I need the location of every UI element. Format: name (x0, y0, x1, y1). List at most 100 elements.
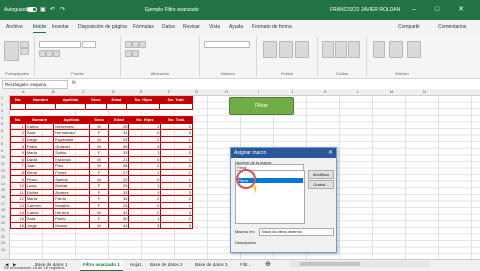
macros-in-select[interactable]: Todos los libros abiertos (259, 228, 334, 236)
share-button[interactable]: Compartir (398, 24, 420, 30)
table-cell[interactable]: 33 (108, 188, 130, 197)
table-cell[interactable]: 2 (10, 129, 26, 137)
table-cell[interactable]: 1 (160, 155, 193, 164)
table-cell[interactable]: F (88, 214, 110, 223)
table-cell[interactable]: 6 (10, 155, 26, 164)
column-header[interactable]: H (225, 89, 228, 94)
table-cell[interactable]: Santos (53, 175, 90, 183)
table-cell[interactable]: 3 (128, 142, 162, 150)
table-cell[interactable]: 2 (128, 195, 162, 203)
table-cell[interactable]: 3 (160, 221, 193, 230)
table-cell[interactable]: 1 (128, 122, 162, 131)
table-cell[interactable]: 1 (160, 135, 193, 144)
table-cell[interactable]: Bolivar (53, 181, 90, 190)
table-cell[interactable]: Elena (24, 168, 55, 177)
fx-icon[interactable]: fx (72, 80, 76, 86)
cut-icon[interactable] (20, 41, 29, 48)
format-cells-icon[interactable] (348, 41, 360, 58)
table-cell[interactable]: Alvarez (53, 188, 90, 197)
table-cell[interactable]: Herrera (53, 208, 90, 216)
row-header[interactable]: 5 (1, 122, 3, 126)
table-cell[interactable]: Pedro (24, 175, 55, 183)
tab-datos[interactable]: Datos (162, 24, 175, 30)
table-cell[interactable]: M (88, 175, 110, 183)
conditional-format-icon[interactable] (263, 41, 277, 58)
row-header[interactable]: 21 (1, 228, 5, 232)
table-cell[interactable]: Meliveoral (53, 122, 90, 131)
row-header[interactable]: 12 (1, 169, 5, 173)
tab-revisar[interactable]: Revisar (183, 24, 200, 30)
table-cell[interactable]: 12 (10, 195, 26, 203)
table-cell[interactable]: F (88, 181, 110, 190)
row-header[interactable]: 1 (1, 96, 3, 100)
table-cell[interactable]: Escorcia (53, 155, 90, 164)
row-header[interactable]: 16 (1, 195, 5, 199)
bold-icon[interactable] (39, 50, 46, 57)
autosave-toggle[interactable] (27, 7, 37, 12)
row-header[interactable]: 4 (1, 116, 3, 120)
table-cell[interactable]: 9 (10, 175, 26, 183)
table-cell[interactable]: F (88, 188, 110, 197)
column-header[interactable]: L (357, 89, 359, 94)
table-cell[interactable]: 21 (108, 155, 130, 164)
row-header[interactable]: 11 (1, 162, 5, 166)
column-header[interactable]: E (140, 89, 143, 94)
row-header[interactable]: 23 (1, 241, 5, 245)
table-cell[interactable]: 2 (160, 214, 193, 223)
table-cell[interactable]: Soliris (53, 148, 90, 157)
table-cell[interactable]: Munoz (53, 221, 90, 230)
table-cell[interactable]: 1 (128, 181, 162, 190)
copy-icon[interactable] (20, 48, 29, 55)
horizontal-scrollbar[interactable] (290, 261, 430, 267)
tab-formulas[interactable]: Fórmulas (133, 24, 154, 30)
column-header[interactable]: A (22, 89, 25, 94)
comments-button[interactable]: Comentarios (438, 24, 466, 30)
criteria-cell[interactable] (105, 102, 128, 111)
criteria-cell[interactable] (159, 102, 193, 111)
table-cell[interactable]: 1 (160, 168, 193, 177)
table-cell[interactable]: 11 (10, 188, 26, 197)
table-cell[interactable]: 8 (10, 168, 26, 177)
column-header[interactable]: G (195, 89, 198, 94)
table-cell[interactable]: 3 (160, 129, 193, 137)
table-cell[interactable]: 10 (10, 181, 26, 190)
row-header[interactable]: 10 (1, 155, 5, 159)
tab-insertar[interactable]: Insertar (52, 24, 69, 30)
table-cell[interactable]: Esther (24, 188, 55, 197)
table-cell[interactable]: 24 (108, 201, 130, 210)
maximize-button[interactable]: □ (428, 4, 446, 16)
font-name-select[interactable] (39, 41, 81, 48)
row-header[interactable]: 22 (1, 235, 5, 239)
table-cell[interactable]: 2 (128, 208, 162, 216)
table-cell[interactable]: 1 (160, 201, 193, 210)
sheet-tab[interactable]: Filtr... (237, 260, 254, 270)
table-cell[interactable]: 34 (108, 195, 130, 203)
tab-archivo[interactable]: Archivo (6, 24, 23, 30)
tab-vista[interactable]: Vista (209, 24, 220, 30)
table-cell[interactable]: Lucia (24, 181, 55, 190)
table-cell[interactable]: Hernandez (53, 129, 90, 137)
table-cell[interactable]: 1 (128, 148, 162, 157)
table-cell[interactable]: 2 (160, 162, 193, 170)
table-cell[interactable]: Diego (24, 135, 55, 144)
table-cell[interactable]: 41 (108, 221, 130, 230)
row-header[interactable]: 9 (1, 149, 3, 153)
criteria-cell[interactable] (9, 102, 27, 111)
add-sheet-icon[interactable]: ⊕ (262, 260, 274, 270)
table-cell[interactable]: Juan (24, 162, 55, 170)
row-header[interactable]: 17 (1, 202, 5, 206)
sheet-tab[interactable]: Hoja1 (127, 260, 145, 270)
table-cell[interactable]: M (88, 208, 110, 216)
undo-icon[interactable]: ↶ (50, 6, 55, 13)
table-cell[interactable]: Carlos (24, 208, 55, 216)
align-top-icon[interactable] (125, 41, 132, 48)
table-cell[interactable]: F (88, 129, 110, 137)
align-center-icon[interactable] (132, 50, 139, 57)
table-cell[interactable]: F (88, 148, 110, 157)
criteria-cell[interactable] (54, 102, 87, 111)
table-cell[interactable]: 5 (10, 148, 26, 157)
sheet-tab[interactable]: Base de datos 2 (147, 260, 186, 270)
table-cell[interactable]: 0 (128, 155, 162, 164)
table-cell[interactable]: 3 (160, 148, 193, 157)
row-header[interactable]: 6 (1, 129, 3, 133)
